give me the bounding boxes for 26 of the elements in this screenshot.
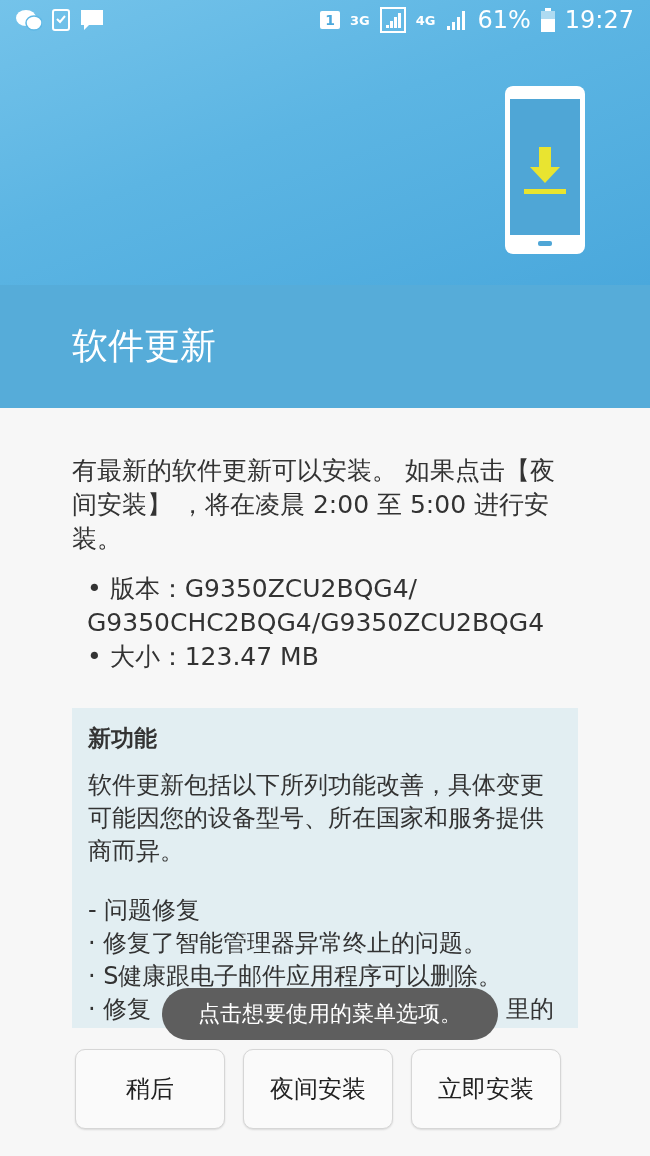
signal-icon xyxy=(379,7,406,33)
sim-label: 1 xyxy=(320,11,341,29)
action-button[interactable]: 夜间安装 xyxy=(243,1049,393,1129)
fix-item-fragment: 里的 xyxy=(506,994,554,1025)
section-label: - 问题修复 xyxy=(88,895,202,926)
detail-text: • 版本：G9350ZCU2BQG4/ G9350CHC2BQG4/G9350ZCU2BQG4 xyxy=(86,573,546,639)
fix-item: · 修复了智能管理器异常终止的问题。 xyxy=(88,928,489,959)
network-label: 4G xyxy=(415,12,436,28)
section-title: 新功能 xyxy=(88,724,158,753)
signal-icon xyxy=(445,9,468,31)
fix-item-fragment: · 修复 xyxy=(88,994,152,1025)
menu-hint-toast: 点击想要使用的菜单选项。 xyxy=(162,988,498,1040)
battery-icon xyxy=(540,8,555,32)
phone-download-icon xyxy=(504,85,586,255)
clock: 19:27 xyxy=(564,6,634,34)
action-button[interactable]: 稍后 xyxy=(75,1049,225,1129)
action-button[interactable]: 立即安装 xyxy=(411,1049,561,1129)
intro-text: 有最新的软件更新可以安装。 如果点击【夜间安装】 ，将在凌晨 2:00 至 5:00 进行安装。 xyxy=(72,455,556,555)
message-icon xyxy=(80,9,104,31)
detail-text: • 大小：123.47 MB xyxy=(86,641,320,673)
description-text: 软件更新包括以下所列功能改善，具体变更可能因您的设备型号、所在国家和服务提供商而异。 xyxy=(88,770,545,867)
clipboard-check-icon xyxy=(52,9,70,31)
page-title: 软件更新 xyxy=(72,324,216,368)
network-label: 3G xyxy=(350,12,370,28)
battery-percent: 61% xyxy=(477,6,531,34)
chat-icon xyxy=(16,9,42,31)
